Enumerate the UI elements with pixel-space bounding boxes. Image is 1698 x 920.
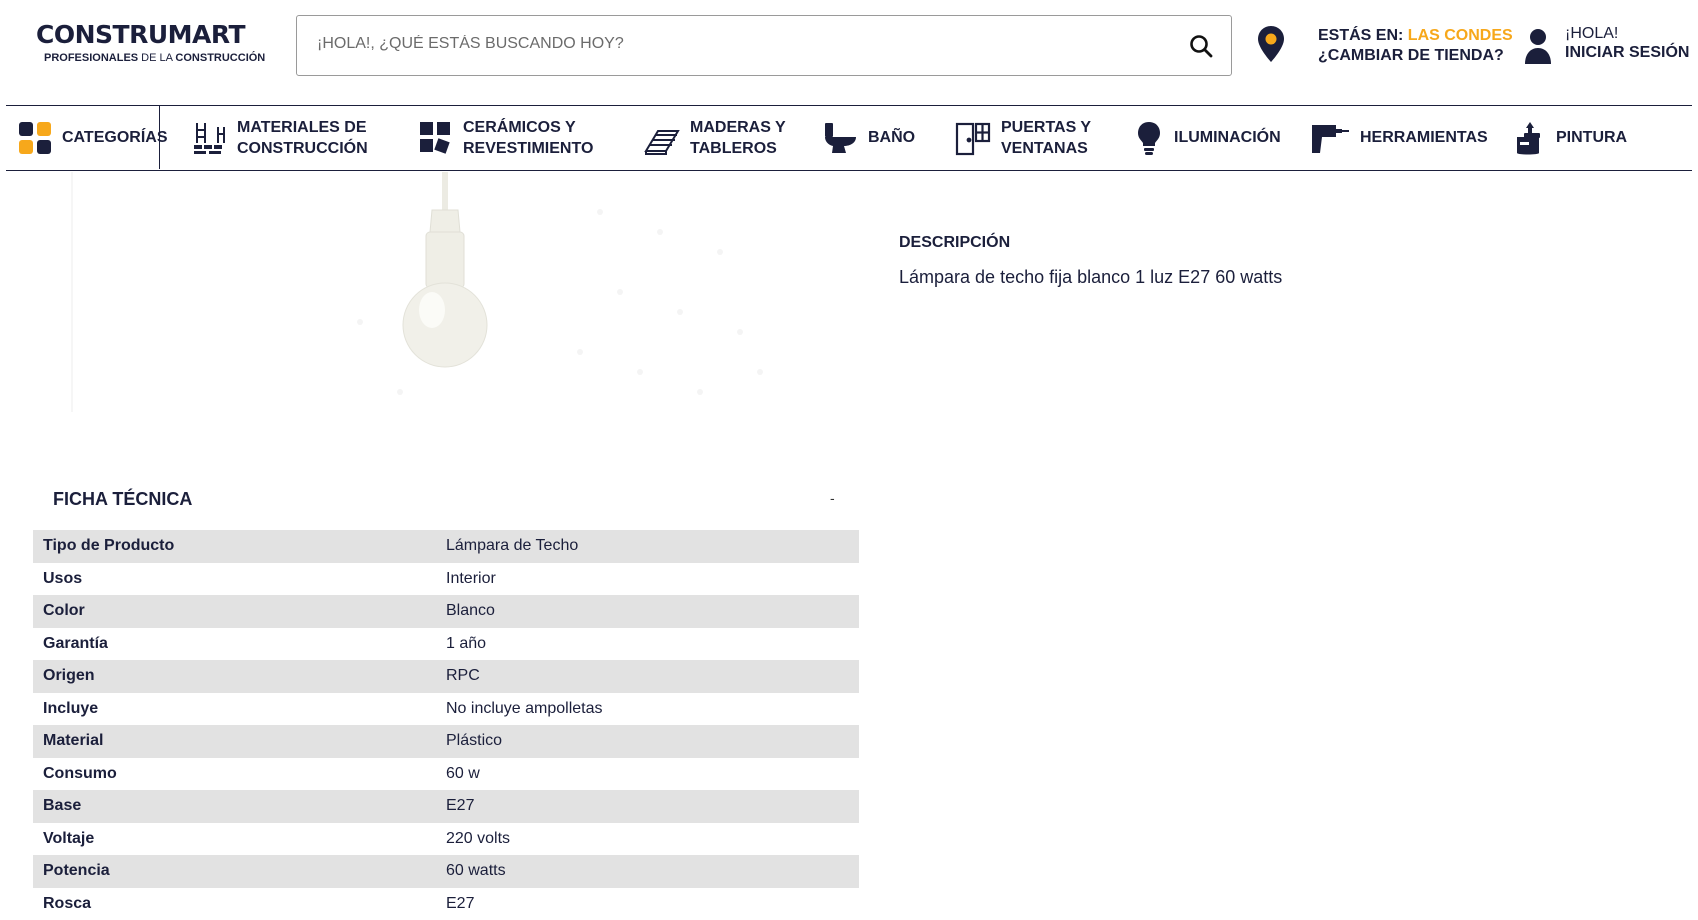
spec-label: Tipo de Producto (33, 530, 436, 563)
spec-value: 220 volts (436, 823, 859, 856)
nav-puertas-ventanas[interactable]: PUERTAS YVENTANAS (955, 106, 1091, 169)
spec-label: Origen (33, 660, 436, 693)
spec-label: Base (33, 790, 436, 823)
nav-ceramicos[interactable]: CERÁMICOS YREVESTIMIENTO (419, 106, 593, 169)
spec-label: Material (33, 725, 436, 758)
search-input[interactable] (315, 34, 1159, 54)
category-nav: CATEGORÍAS MATERIALES DECONSTRUCCIÓN CER… (6, 105, 1692, 171)
bulb-icon (1134, 120, 1164, 156)
current-store[interactable]: LAS CONDES (1408, 27, 1513, 44)
greeting: ¡HOLA! (1565, 24, 1689, 43)
nav-pintura[interactable]: PINTURA (1514, 106, 1627, 169)
drill-icon (1310, 121, 1350, 155)
search-icon (1187, 32, 1215, 60)
nav-bano[interactable]: BAÑO (822, 106, 915, 169)
spec-row: Voltaje220 volts (33, 823, 859, 856)
spec-label: Color (33, 595, 436, 628)
spec-row: Potencia60 watts (33, 855, 859, 888)
site-header: CONSTRUMART PROFESIONALES DE LA CONSTRUC… (0, 0, 1698, 96)
nav-categorias[interactable]: CATEGORÍAS (6, 106, 160, 169)
nav-maderas[interactable]: MADERAS YTABLEROS (644, 106, 786, 169)
location-pin-icon[interactable] (1256, 25, 1286, 68)
nav-materiales-construccion[interactable]: MATERIALES DECONSTRUCCIÓN (193, 106, 368, 169)
spec-row: RoscaE27 (33, 888, 859, 920)
wood-icon (644, 121, 680, 155)
spec-value: Interior (436, 563, 859, 596)
spec-label: Potencia (33, 855, 436, 888)
spec-value: E27 (436, 888, 859, 920)
spec-label: Incluye (33, 693, 436, 726)
spec-value: 60 w (436, 758, 859, 791)
change-store-link[interactable]: ¿CAMBIAR DE TIENDA? (1318, 46, 1513, 66)
description-text: Lámpara de techo fija blanco 1 luz E27 6… (899, 267, 1282, 288)
user-icon[interactable] (1524, 27, 1552, 70)
paint-icon (1514, 120, 1546, 156)
spec-value: Blanco (436, 595, 859, 628)
description-title: DESCRIPCIÓN (899, 234, 1010, 252)
spec-value: E27 (436, 790, 859, 823)
construmart-logo[interactable]: CONSTRUMART PROFESIONALES DE LA CONSTRUC… (36, 22, 256, 64)
bricks-icon (193, 121, 227, 155)
grid-icon (18, 121, 52, 155)
search-button[interactable] (1187, 32, 1215, 60)
spec-table: Tipo de ProductoLámpara de TechoUsosInte… (33, 530, 859, 920)
ficha-tecnica-title[interactable]: FICHA TÉCNICA (53, 489, 192, 510)
door-icon (955, 120, 991, 156)
spec-label: Usos (33, 563, 436, 596)
spec-label: Consumo (33, 758, 436, 791)
spec-row: Tipo de ProductoLámpara de Techo (33, 530, 859, 563)
spec-row: BaseE27 (33, 790, 859, 823)
store-selector[interactable]: ESTÁS EN: LAS CONDES ¿CAMBIAR DE TIENDA? (1318, 26, 1513, 66)
spec-value: 60 watts (436, 855, 859, 888)
toilet-icon (822, 121, 858, 155)
product-image[interactable] (60, 172, 800, 432)
search-box (296, 15, 1232, 76)
spec-value: Lámpara de Techo (436, 530, 859, 563)
spec-value: 1 año (436, 628, 859, 661)
nav-iluminacion[interactable]: ILUMINACIÓN (1134, 106, 1281, 169)
tiles-icon (419, 121, 453, 155)
spec-row: IncluyeNo incluye ampolletas (33, 693, 859, 726)
spec-row: ColorBlanco (33, 595, 859, 628)
spec-label: Garantía (33, 628, 436, 661)
login-link[interactable]: INICIAR SESIÓN (1565, 43, 1689, 62)
spec-value: No incluye ampolletas (436, 693, 859, 726)
spec-row: MaterialPlástico (33, 725, 859, 758)
spec-label: Rosca (33, 888, 436, 920)
spec-row: UsosInterior (33, 563, 859, 596)
ficha-collapse-toggle[interactable]: - (830, 490, 835, 506)
account-menu[interactable]: ¡HOLA! INICIAR SESIÓN (1565, 24, 1689, 62)
spec-value: Plástico (436, 725, 859, 758)
spec-row: OrigenRPC (33, 660, 859, 693)
logo-tagline: PROFESIONALES DE LA CONSTRUCCIÓN (44, 52, 256, 64)
nav-herramientas[interactable]: HERRAMIENTAS (1310, 106, 1488, 169)
spec-value: RPC (436, 660, 859, 693)
spec-label: Voltaje (33, 823, 436, 856)
logo-wordmark: CONSTRUMART (36, 22, 256, 48)
spec-row: Garantía1 año (33, 628, 859, 661)
spec-row: Consumo60 w (33, 758, 859, 791)
